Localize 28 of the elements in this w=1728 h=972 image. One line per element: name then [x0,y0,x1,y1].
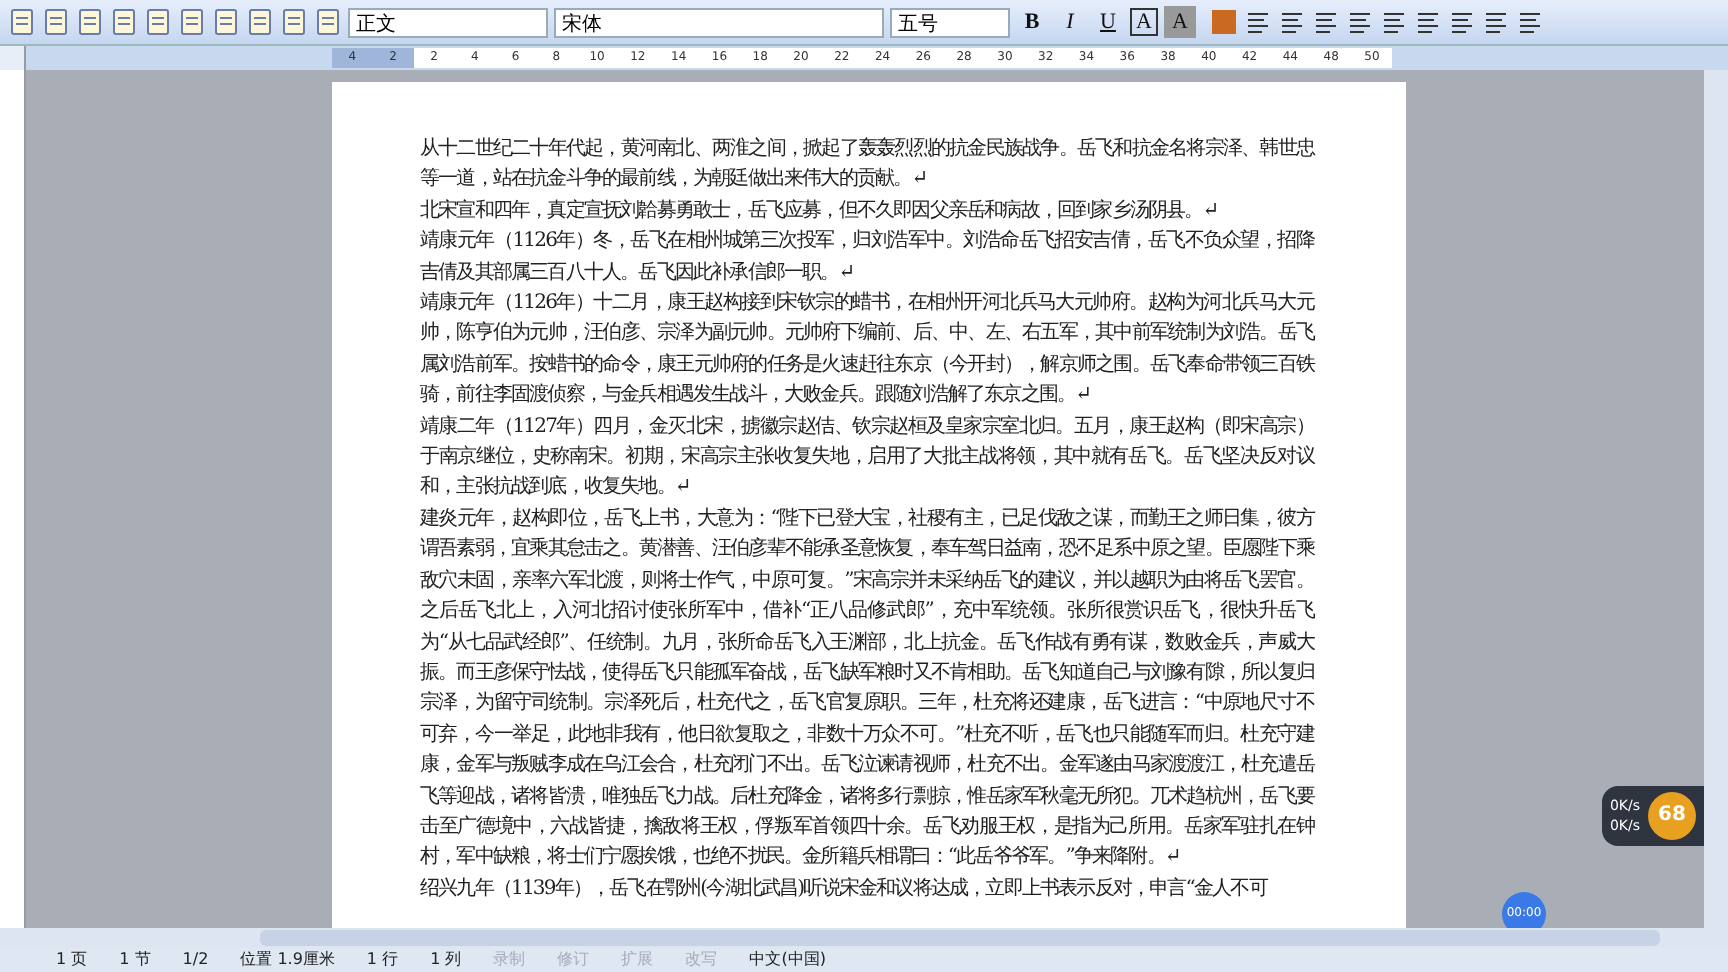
format-button[interactable]: A [1130,8,1158,36]
paragraph: 靖康二年（1127年）四月，金灭北宋，掳徽宗赵佶、钦宗赵桓及皇家宗室北归。五月，康王赵构（即宋高宗）于南京继位，史称南宋。初期，宋高宗主张收复失地，启用了大批主战将领，其中就有岳飞。岳飞坚决反对议和，主张抗战到底，收复失地。↵ [420,413,1314,503]
paragraph: 从十二世纪二十年代起，黄河南北、两淮之间，掀起了轰轰烈烈的抗金民族战争。岳飞和抗金名将宗泽、韩世忠等一道，站在抗金斗争的最前线，为朝廷做出来伟大的贡献。↵ [420,135,1314,195]
percent-badge: 68 [1648,792,1696,840]
status-item: 录制 [493,948,526,972]
paragraph: 靖康元年（1126年）冬，岳飞在相州城第三次投军，归刘浩军中。刘浩命岳飞招安吉倩，岳飞不负众望，招降吉倩及其部属三百八十人。岳飞因此补承信郎一职。↵ [420,227,1314,288]
format-button[interactable]: I [1054,6,1086,38]
format-button[interactable]: B [1016,6,1048,38]
align-left-icon[interactable] [1244,8,1272,36]
paragraph: 建炎元年，赵构即位，岳飞上书，大意为：“陛下已登大宝，社稷有主，已足伐敌之谋，而勤王之师日集，彼方谓吾素弱，宜乘其怠击之。黄潜善、汪伯彦辈不能承圣意恢复，奉车驾日益南，恐不足系中原之望。臣愿陛下乘敌穴未固，亲率六军北渡，则将士作气，中原可复。”宋高宗并未采纳岳飞的建议，并以越职为由将岳飞罢官。之后岳飞北上，入河北招讨使张所军中，借补“正八品修武郎”，充中军统领。张所很赏识岳飞，很快升岳飞为“从七品武经郎”、任统制。九月，张所命岳飞入王渊部，北上抗金。岳飞作战有勇有谋，数败金兵，声威大振。而王彦保守怯战，使得岳飞只能孤军奋战，岳飞缺军粮时又不肯相助。岳飞知道自己与刘豫有隙，所以复归宗泽，为留守司统制。宗泽死后，杜充代之，岳飞官复原职。三年，杜充将还建康，岳飞进言：“中原地尺寸不可弃，今一举足，此地非我有，他日欲复取之，非数十万众不可。”杜充不听，岳飞也只能随军而归。杜充守建康，金军与叛贼李成在乌江会合，杜充闭门不出。岳飞泣谏请视师，杜充不出。金军遂由马家渡渡江，杜充遣岳飞等迎战，诸将皆溃，唯独岳飞力战。后杜充降金，诸将多行剽掠，惟岳家军秋毫无所犯。兀术趋杭州，岳飞要击至广德境中，六战皆捷，擒敌将王权，俘叛军首领四十余。岳飞劝服王权，是指为己所用。岳家军驻扎在钟村，军中缺粮，将士们宁愿挨饿，也绝不扰民。金所籍兵相谓曰：“此岳爷爷军。”争来降附。↵ [420,505,1314,873]
style-dropdown[interactable]: 正文 [348,7,548,37]
status-item: 1 页 [56,948,88,972]
status-item: 1/2 [182,948,209,972]
paragraph: 绍兴九年（1139年），岳飞在鄂州(今湖北武昌)听说宋金和议将达成，立即上书表示反对，申言“金人不可 [420,875,1270,904]
status-item: 中文(中国) [749,948,826,972]
status-item: 1 节 [119,948,151,972]
status-item: 扩展 [621,948,654,972]
status-item: 1 列 [430,948,462,972]
status-item: 修订 [557,948,590,972]
format-button[interactable]: U [1092,6,1124,38]
font-dropdown[interactable]: 宋体 [554,7,884,37]
paragraph: 靖康元年（1126年）十二月，康王赵构接到宋钦宗的蜡书，在相州开河北兵马大元帅府。赵构为河北兵马大元帅，陈亨伯为元帅，汪伯彦、宗泽为副元帅。元帅府下编前、后、中、左、右五军，其中前军统制为刘浩。岳飞属刘浩前军。按蜡书的命令，康王元帅府的任务是火速赶往东京（今开封），解京师之围。岳飞奉命带领三百铁骑，前往李固渡侦察，与金兵相遇发生战斗，大败金兵。跟随刘浩解了东京之围。↵ [420,289,1314,411]
font-size-dropdown[interactable]: 五号 [890,7,1010,37]
paragraph: 北宋宣和四年，真定宣抚刘韐募勇敢士，岳飞应募，但不久即因父亲岳和病故，回到家乡汤阴县。↵ [420,197,1220,226]
status-item: 改写 [685,948,718,972]
status-item: 位置 1.9厘米 [240,948,335,972]
status-item: 1 行 [366,948,399,972]
format-button[interactable]: A [1164,6,1196,38]
